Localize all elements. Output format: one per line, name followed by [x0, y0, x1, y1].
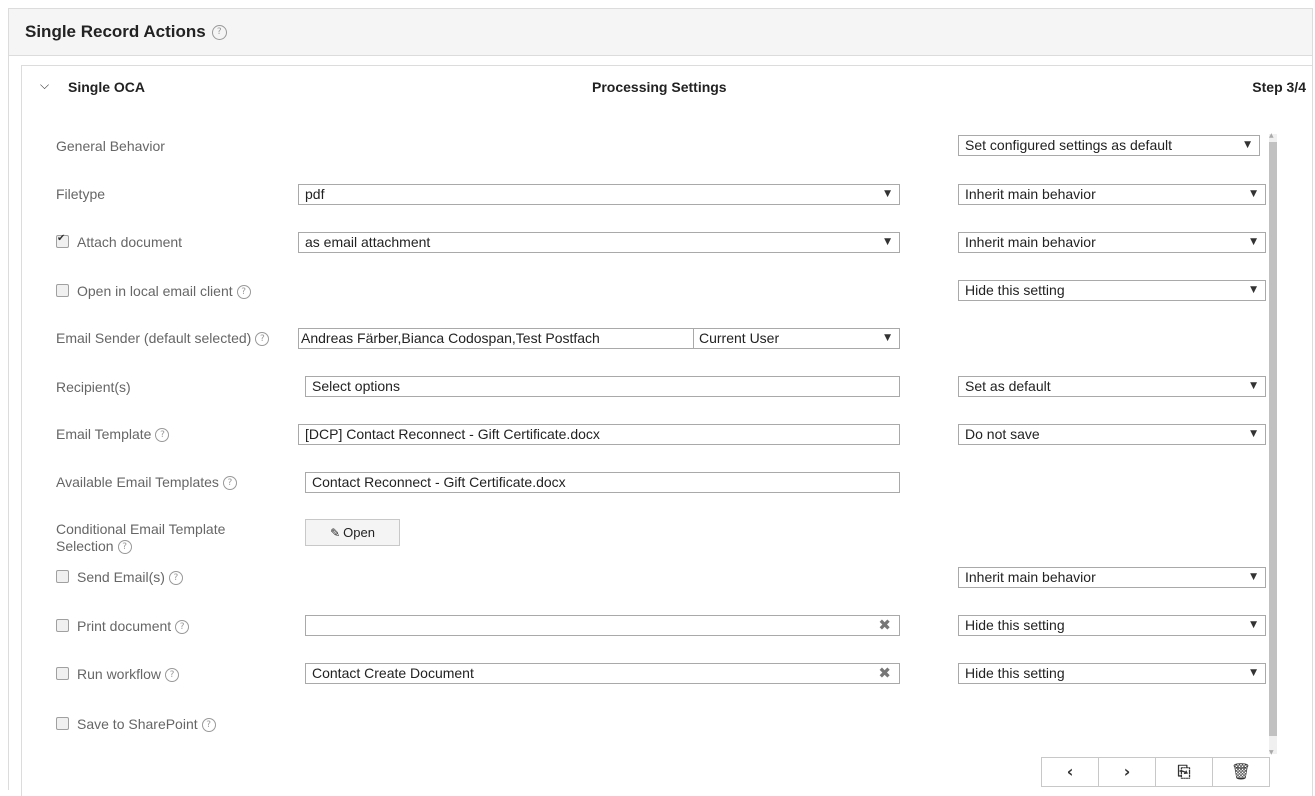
attach-document-select[interactable]: as email attachment ▼: [298, 232, 900, 253]
print-document-behavior-select[interactable]: Hide this setting ▼: [958, 615, 1266, 636]
send-emails-checkbox[interactable]: [56, 570, 69, 583]
caret-down-icon: ▼: [884, 189, 891, 199]
caret-down-icon: ▼: [1250, 237, 1257, 247]
caret-down-icon: ▼: [1250, 668, 1257, 678]
clear-x-icon[interactable]: ✖: [878, 664, 891, 683]
save-sharepoint-label: Save to SharePoint?: [56, 716, 216, 733]
recipients-select[interactable]: Select options: [305, 376, 900, 397]
caret-down-icon: ▼: [1250, 620, 1257, 630]
panel-title: Single Record Actions?: [25, 22, 227, 42]
email-sender-field[interactable]: Andreas Färber,Bianca Codospan,Test Post…: [298, 328, 900, 349]
oca-card: ⌵ Single OCA Processing Settings Step 3/…: [21, 65, 1313, 796]
email-template-behavior-select[interactable]: Do not save ▼: [958, 424, 1266, 445]
run-workflow-label: Run workflow?: [56, 666, 180, 683]
available-templates-field[interactable]: Contact Reconnect - Gift Certificate.doc…: [305, 472, 900, 493]
open-local-email-label: Open in local email client?: [56, 283, 251, 300]
caret-down-icon: ▼: [1250, 285, 1257, 295]
email-template-label: Email Template?: [56, 426, 170, 443]
print-document-checkbox[interactable]: [56, 619, 69, 632]
clear-x-icon[interactable]: ✖: [878, 616, 891, 635]
run-workflow-behavior-select[interactable]: Hide this setting ▼: [958, 663, 1266, 684]
save-button[interactable]: ⎘: [1155, 757, 1213, 787]
help-icon[interactable]: ?: [201, 718, 216, 733]
save-icon: ⎘: [1177, 762, 1191, 781]
print-document-label: Print document?: [56, 618, 190, 635]
help-icon[interactable]: ?: [117, 540, 132, 555]
filetype-label: Filetype: [56, 186, 106, 202]
next-step-button[interactable]: ›: [1098, 757, 1156, 787]
recipients-behavior-select[interactable]: Set as default ▼: [958, 376, 1266, 397]
open-local-email-checkbox[interactable]: [56, 284, 69, 297]
general-behavior-label: General Behavior: [56, 138, 165, 154]
help-icon[interactable]: ?: [211, 25, 227, 41]
filetype-select[interactable]: pdf ▼: [298, 184, 900, 205]
filetype-behavior-select[interactable]: Inherit main behavior ▼: [958, 184, 1266, 205]
email-template-field[interactable]: [DCP] Contact Reconnect - Gift Certifica…: [298, 424, 900, 445]
run-workflow-checkbox[interactable]: [56, 667, 69, 680]
save-sharepoint-checkbox[interactable]: [56, 717, 69, 730]
run-workflow-select[interactable]: Contact Create Document ✖: [305, 663, 900, 684]
available-templates-label: Available Email Templates?: [56, 474, 237, 491]
scroll-up-icon[interactable]: ▲: [1269, 132, 1274, 139]
chevron-right-icon: ›: [1123, 762, 1131, 781]
chevron-down-icon[interactable]: ⌵: [40, 78, 49, 93]
caret-down-icon: ▼: [1250, 429, 1257, 439]
caret-down-icon: ▼: [884, 237, 891, 247]
email-sender-label: Email Sender (default selected)?: [56, 330, 270, 347]
general-behavior-select[interactable]: Set configured settings as default ▼: [958, 135, 1260, 156]
edit-icon: ✎: [330, 526, 341, 540]
section-title: Processing Settings: [592, 79, 727, 95]
open-button[interactable]: ✎ Open: [305, 519, 400, 546]
help-icon[interactable]: ?: [155, 428, 170, 443]
trash-icon: 🗑: [1230, 762, 1252, 781]
help-icon[interactable]: ?: [255, 332, 270, 347]
help-icon[interactable]: ?: [168, 571, 183, 586]
single-record-actions-panel: Single Record Actions? ⌵ Single OCA Proc…: [8, 8, 1313, 796]
step-navigation: ‹ › ⎘ 🗑: [1041, 757, 1270, 787]
caret-down-icon: ▼: [1250, 572, 1257, 582]
send-emails-behavior-select[interactable]: Inherit main behavior ▼: [958, 567, 1266, 588]
chevron-left-icon: ‹: [1066, 762, 1074, 781]
previous-step-button[interactable]: ‹: [1041, 757, 1099, 787]
caret-down-icon: ▼: [1250, 189, 1257, 199]
print-document-select[interactable]: ✖: [305, 615, 900, 636]
conditional-template-label: Conditional Email Template Selection?: [56, 521, 226, 555]
delete-button[interactable]: 🗑: [1212, 757, 1270, 787]
default-sender-select[interactable]: Current User: [699, 329, 779, 348]
caret-down-icon: ▼: [1244, 140, 1251, 150]
open-local-email-behavior-select[interactable]: Hide this setting ▼: [958, 280, 1266, 301]
help-icon[interactable]: ?: [175, 620, 190, 635]
vertical-scrollbar[interactable]: ▲ ▼: [1269, 132, 1277, 756]
step-indicator: Step 3/4: [1252, 79, 1306, 95]
panel-header: Single Record Actions?: [9, 9, 1312, 56]
help-icon[interactable]: ?: [236, 285, 251, 300]
caret-down-icon: ▼: [884, 333, 891, 343]
attach-document-checkbox[interactable]: [56, 233, 69, 248]
help-icon[interactable]: ?: [165, 668, 180, 683]
oca-card-header[interactable]: ⌵ Single OCA Processing Settings Step 3/…: [22, 66, 1312, 106]
oca-name: Single OCA: [68, 79, 146, 95]
help-icon[interactable]: ?: [222, 476, 237, 491]
attach-document-label: Attach document: [56, 233, 182, 250]
scroll-down-icon[interactable]: ▼: [1269, 749, 1274, 756]
recipients-label: Recipient(s): [56, 379, 131, 395]
attach-document-behavior-select[interactable]: Inherit main behavior ▼: [958, 232, 1266, 253]
send-emails-label: Send Email(s)?: [56, 569, 183, 586]
caret-down-icon: ▼: [1250, 381, 1257, 391]
scrollbar-thumb[interactable]: [1269, 142, 1277, 736]
